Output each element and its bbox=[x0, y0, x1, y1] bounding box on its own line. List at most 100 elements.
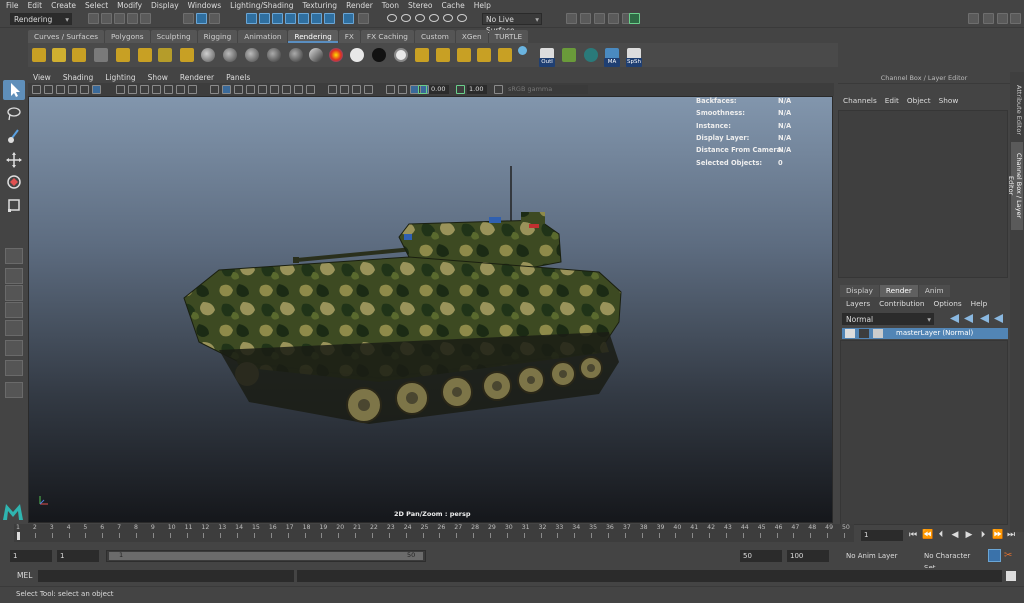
history-icon[interactable] bbox=[456, 13, 467, 24]
anisotropic-material-icon[interactable] bbox=[289, 48, 303, 62]
select-tool-button[interactable] bbox=[3, 80, 25, 100]
single-perspective-layout-button[interactable] bbox=[5, 248, 23, 264]
shelf-tab-curves-surfaces[interactable]: Curves / Surfaces bbox=[28, 30, 105, 43]
select-joints-icon[interactable] bbox=[259, 13, 270, 24]
snap-live-icon[interactable] bbox=[442, 13, 453, 24]
phong-e-material-icon[interactable] bbox=[267, 48, 281, 62]
multisample-aa-icon[interactable] bbox=[306, 85, 315, 94]
use-background-icon[interactable] bbox=[372, 48, 386, 62]
directional-light-icon[interactable] bbox=[72, 48, 86, 62]
channel-box-menu-object[interactable]: Object bbox=[907, 96, 931, 108]
shelf-tab-polygons[interactable]: Polygons bbox=[105, 30, 150, 43]
go-to-start-icon[interactable]: ⏮ bbox=[908, 529, 918, 541]
redo-icon[interactable] bbox=[140, 13, 151, 24]
shadow-link-icon[interactable] bbox=[498, 48, 512, 62]
tool-settings-toggle-icon[interactable] bbox=[997, 13, 1008, 24]
uv-editor-icon[interactable] bbox=[562, 48, 576, 62]
move-tool-button[interactable] bbox=[3, 150, 25, 170]
channel-box-toggle-icon[interactable] bbox=[1010, 13, 1021, 24]
textured-icon[interactable] bbox=[246, 85, 255, 94]
safe-title-icon[interactable] bbox=[188, 85, 197, 94]
snap-view-plane-icon[interactable] bbox=[428, 13, 439, 24]
lock-selection-icon[interactable] bbox=[358, 13, 369, 24]
hierarchy-mode-icon[interactable] bbox=[183, 13, 194, 24]
snap-point-icon[interactable] bbox=[414, 13, 425, 24]
move-layer-up-icon[interactable] bbox=[950, 314, 959, 323]
shelf-tab-animation[interactable]: Animation bbox=[238, 30, 288, 43]
range-slider-handle[interactable]: 1 50 bbox=[109, 551, 423, 560]
shelf-tab-xgen[interactable]: XGen bbox=[455, 30, 488, 43]
step-forward-key-icon[interactable]: ⏵ bbox=[978, 529, 988, 541]
channel-box-menu-channels[interactable]: Channels bbox=[843, 96, 877, 108]
animation-end-field[interactable]: 100 bbox=[787, 550, 829, 562]
snap-grid-icon[interactable] bbox=[386, 13, 397, 24]
channel-box-menu-show[interactable]: Show bbox=[939, 96, 959, 108]
area-light-icon[interactable] bbox=[116, 48, 130, 62]
command-input[interactable] bbox=[38, 570, 294, 582]
shelf-tab-rendering[interactable]: Rendering bbox=[288, 30, 338, 43]
grid-icon[interactable] bbox=[116, 85, 125, 94]
surface-shader-icon[interactable] bbox=[350, 48, 364, 62]
paint-select-tool-button[interactable] bbox=[3, 127, 25, 147]
menu-texturing[interactable]: Texturing bbox=[302, 1, 337, 10]
menu-toon[interactable]: Toon bbox=[382, 1, 399, 10]
ambient-light-icon[interactable] bbox=[158, 48, 172, 62]
render-settings-shelf-icon[interactable] bbox=[180, 48, 194, 62]
step-back-frame-icon[interactable]: ⏪ bbox=[922, 529, 933, 541]
persp-relationship-layout-button[interactable] bbox=[5, 340, 23, 356]
resolution-gate-icon[interactable] bbox=[140, 85, 149, 94]
viewport-menu-lighting[interactable]: Lighting bbox=[105, 72, 135, 83]
render-region-icon[interactable] bbox=[629, 13, 640, 24]
current-frame-field[interactable]: 1 bbox=[861, 530, 903, 541]
safe-action-icon[interactable] bbox=[176, 85, 185, 94]
menu-windows[interactable]: Windows bbox=[188, 1, 221, 10]
shading-map-icon[interactable] bbox=[394, 48, 408, 62]
layer-row-master[interactable]: masterLayer (Normal) bbox=[842, 328, 1008, 339]
menu-display[interactable]: Display bbox=[151, 1, 179, 10]
ipr-render-icon[interactable] bbox=[594, 13, 605, 24]
color-space-dropdown[interactable]: sRGB gamma bbox=[506, 85, 588, 94]
scale-tool-button[interactable] bbox=[3, 195, 25, 215]
menu-edit[interactable]: Edit bbox=[28, 1, 43, 10]
frame-all-icon[interactable] bbox=[398, 85, 407, 94]
screen-space-ao-icon[interactable] bbox=[282, 85, 291, 94]
menu-modify[interactable]: Modify bbox=[117, 1, 142, 10]
channel-box-area[interactable] bbox=[838, 110, 1008, 278]
character-set-dropdown[interactable]: No Character Set bbox=[921, 550, 983, 572]
shelf-tab-fx[interactable]: FX bbox=[338, 30, 360, 43]
auto-key-icon[interactable] bbox=[988, 549, 1001, 562]
shelf-tab-custom[interactable]: Custom bbox=[414, 30, 455, 43]
gamma-toggle-icon[interactable] bbox=[456, 85, 465, 94]
xray-active-icon[interactable] bbox=[352, 85, 361, 94]
play-forwards-icon[interactable]: ▶ bbox=[964, 529, 974, 541]
playback-end-field[interactable]: 50 bbox=[740, 550, 782, 562]
field-chart-icon[interactable] bbox=[164, 85, 173, 94]
view-transform-icon[interactable] bbox=[494, 85, 503, 94]
layer-menu-contribution[interactable]: Contribution bbox=[879, 299, 924, 310]
spot-light-icon[interactable] bbox=[32, 48, 46, 62]
layer-tab-render[interactable]: Render bbox=[879, 285, 918, 297]
volume-light-icon[interactable] bbox=[138, 48, 152, 62]
menu-create[interactable]: Create bbox=[51, 1, 76, 10]
gamma-field[interactable]: 1.00 bbox=[467, 85, 487, 94]
modeling-toolkit-icon[interactable] bbox=[968, 13, 979, 24]
select-dynamics-icon[interactable] bbox=[311, 13, 322, 24]
new-layer-selected-icon[interactable] bbox=[994, 314, 1003, 323]
step-forward-frame-icon[interactable]: ⏩ bbox=[992, 529, 1003, 541]
menu-select[interactable]: Select bbox=[85, 1, 108, 10]
select-deformations-icon[interactable] bbox=[298, 13, 309, 24]
select-rendering-icon[interactable] bbox=[324, 13, 335, 24]
persp-outliner-layout-button[interactable] bbox=[5, 285, 23, 301]
viewport-menu-panels[interactable]: Panels bbox=[226, 72, 250, 83]
menu-render[interactable]: Render bbox=[346, 1, 373, 10]
batch-render-icon[interactable] bbox=[415, 48, 429, 62]
ramp-shader-icon[interactable] bbox=[329, 48, 343, 62]
object-mode-icon[interactable] bbox=[196, 13, 207, 24]
menu-set-dropdown[interactable]: Rendering bbox=[10, 13, 72, 25]
phong-material-icon[interactable] bbox=[245, 48, 259, 62]
preferences-icon[interactable]: ✂ bbox=[1004, 549, 1017, 562]
layered-shader-icon[interactable] bbox=[309, 48, 323, 62]
bookmarks-icon[interactable] bbox=[56, 85, 65, 94]
menu-cache[interactable]: Cache bbox=[441, 1, 464, 10]
render-settings-icon[interactable] bbox=[608, 13, 619, 24]
